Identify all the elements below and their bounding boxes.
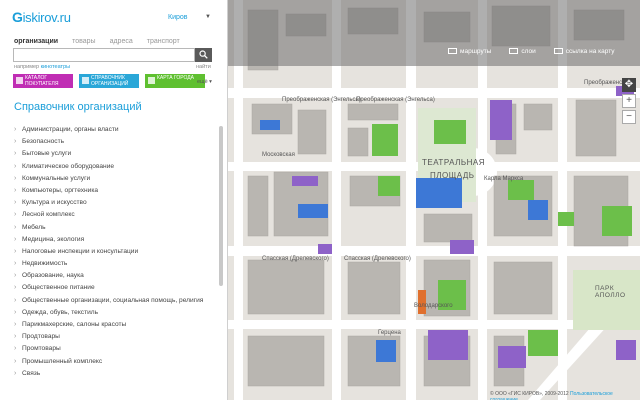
category-buttons: Каталог покупателя Справочник организаци… [13, 74, 205, 88]
list-item[interactable]: Общественное питание [14, 282, 219, 294]
list-item[interactable]: Безопасность [14, 136, 219, 148]
list-item[interactable]: Образование, наука [14, 270, 219, 282]
list-item[interactable]: Недвижимость [14, 258, 219, 270]
zoom-out-button[interactable]: − [622, 110, 636, 124]
routes-button[interactable]: маршруты [448, 48, 491, 55]
tab-addresses[interactable]: адреса [110, 38, 133, 45]
search-hint-example[interactable]: кинотеатры [41, 64, 70, 70]
street-label: Преображенская (Энгельса) [356, 97, 435, 103]
street-label: Преображенская (Энгельса) [282, 97, 361, 103]
routes-icon [448, 48, 457, 54]
link-icon [553, 48, 563, 54]
list-item[interactable]: Парикмахерские, салоны красоты [14, 319, 219, 331]
list-item[interactable]: Администрации, органы власти [14, 124, 219, 136]
list-item[interactable]: Лесной комплекс [14, 209, 219, 221]
buyer-catalog-button[interactable]: Каталог покупателя [13, 74, 73, 88]
place-label-park: ПАРК АПОЛЛО [595, 285, 626, 299]
list-item[interactable]: Налоговые инспекции и консультации [14, 246, 219, 258]
map-link-button[interactable]: ссылка на карту [553, 48, 615, 55]
place-label-theatre-square: ТЕАТРАЛЬНАЯ [422, 158, 486, 167]
map-toolbar: маршруты слои ссылка на карту [448, 48, 615, 55]
list-item[interactable]: Общественные организации, социальная пом… [14, 295, 219, 307]
tab-goods[interactable]: товары [72, 38, 95, 45]
list-item[interactable]: Продтовары [14, 331, 219, 343]
list-item[interactable]: Одежда, обувь, текстиль [14, 307, 219, 319]
list-item[interactable]: Промтовары [14, 343, 219, 355]
street-label: Московская [262, 152, 295, 158]
search-icon [199, 50, 208, 59]
tab-transport[interactable]: транспорт [147, 38, 180, 45]
chevron-down-icon[interactable]: ▼ [205, 14, 211, 20]
map-copyright: © ООО «ГИС КИРОВ», 2009-2012 Пользовател… [490, 391, 640, 400]
pan-icon[interactable]: ✥ [622, 78, 636, 92]
city-map-button[interactable]: Карта города [145, 74, 205, 88]
directory-scrollbar[interactable] [219, 126, 223, 286]
list-item[interactable]: Связь [14, 368, 219, 380]
search-button[interactable] [195, 48, 212, 62]
layers-button[interactable]: слои [509, 48, 536, 55]
list-item[interactable]: Культура и искусство [14, 197, 219, 209]
map-top-overlay [228, 0, 640, 66]
zoom-in-button[interactable]: + [622, 94, 636, 108]
search-hint-right: найти [196, 64, 211, 70]
street-label: Карла Маркса [484, 176, 524, 182]
directory-list: Администрации, органы власти Безопасност… [14, 124, 219, 380]
list-item[interactable]: Медицина, экология [14, 234, 219, 246]
catalog-icon [16, 77, 23, 84]
zoom-controls: ✥ + − [622, 78, 636, 126]
search-hint: например кинотеатры [14, 64, 71, 70]
place-label-theatre-square-2: ПЛОЩАДЬ [430, 171, 475, 180]
city-selector[interactable]: Киров [168, 14, 188, 21]
street-label: Спасская (Дрелевского) [262, 256, 329, 262]
street-label: Володарского [414, 303, 453, 309]
directory-icon [82, 77, 89, 84]
directory-title: Справочник организаций [14, 101, 142, 113]
city-map[interactable]: маршруты слои ссылка на карту Преображен… [228, 0, 640, 400]
map-icon [148, 77, 155, 84]
more-dropdown[interactable]: ещё ▾ [197, 79, 212, 85]
list-item[interactable]: Промышленный комплекс [14, 356, 219, 368]
site-logo[interactable]: Giskirov.ru [12, 9, 71, 25]
layers-icon [509, 48, 519, 54]
list-item[interactable]: Компьютеры, оргтехника [14, 185, 219, 197]
list-item[interactable]: Климатическое оборудование [14, 161, 219, 173]
list-item[interactable]: Коммунальные услуги [14, 173, 219, 185]
left-panel: Giskirov.ru Киров ▼ организации товары а… [0, 0, 228, 400]
list-item[interactable]: Мебель [14, 222, 219, 234]
tab-organizations[interactable]: организации [14, 38, 58, 45]
org-directory-button[interactable]: Справочник организаций [79, 74, 139, 88]
list-item[interactable]: Бытовые услуги [14, 148, 219, 160]
search-input[interactable] [13, 48, 195, 62]
search-tabs: организации товары адреса транспорт [14, 38, 180, 45]
street-label: Спасская (Дрелевского) [344, 256, 411, 262]
street-label: Герцена [378, 330, 401, 336]
